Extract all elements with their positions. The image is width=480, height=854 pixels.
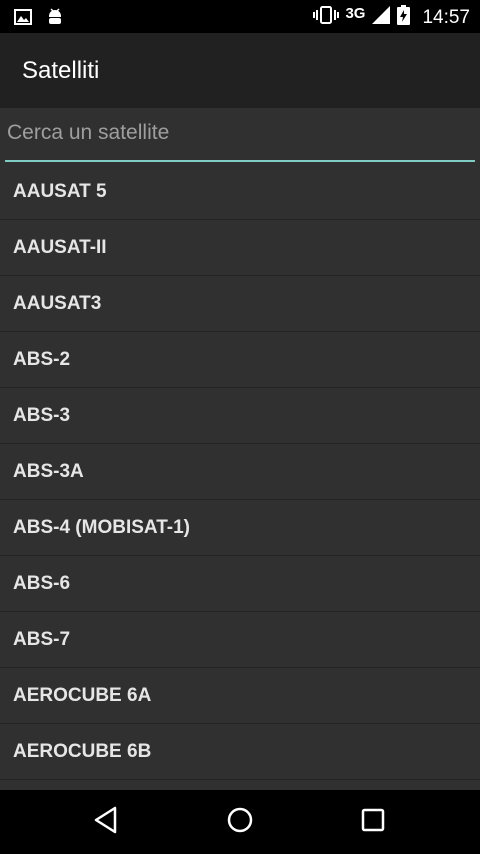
back-icon [93, 806, 119, 839]
satellite-name: AEROCUBE 6B [13, 740, 152, 762]
back-button[interactable] [91, 806, 121, 839]
page-title: Satelliti [22, 57, 100, 84]
satellite-name: ABS-4 (MOBISAT-1) [13, 516, 190, 538]
status-bar: 3G 14:57 [0, 0, 480, 33]
search-area [0, 108, 480, 164]
list-item[interactable]: ABS-2 [0, 332, 480, 388]
satellite-name: ABS-2 [13, 348, 71, 370]
list-item[interactable]: AEROCUBE 6A [0, 668, 480, 724]
list-item[interactable]: AEROCUBE 6B [0, 724, 480, 780]
list-item[interactable]: ABS-4 (MOBISAT-1) [0, 500, 480, 556]
navigation-bar [0, 790, 480, 854]
satellite-name: ABS-3A [13, 460, 84, 482]
satellite-name: AAUSAT 5 [13, 180, 107, 202]
satellite-name: AAUSAT-II [13, 236, 107, 258]
gallery-icon [14, 9, 32, 30]
vibrate-icon [313, 5, 340, 30]
battery-charging-icon [397, 5, 411, 30]
satellite-name: AAUSAT3 [13, 292, 102, 314]
satellite-name: ABS-3 [13, 404, 71, 426]
satellite-name: ABS-7 [13, 628, 71, 650]
list-item[interactable]: AAUSAT3 [0, 276, 480, 332]
satellite-list: AAUSAT 5 AAUSAT-II AAUSAT3 ABS-2 ABS-3 ABS-3A… [0, 164, 480, 780]
list-item[interactable]: ABS-3 [0, 388, 480, 444]
recents-button[interactable] [358, 807, 388, 837]
search-input[interactable] [5, 112, 475, 162]
list-item[interactable]: AAUSAT 5 [0, 164, 480, 220]
list-item[interactable]: ABS-6 [0, 556, 480, 612]
signal-icon [371, 5, 391, 30]
recents-icon [360, 807, 386, 838]
list-item[interactable]: AAUSAT-II [0, 220, 480, 276]
list-item[interactable]: ABS-7 [0, 612, 480, 668]
android-debug-icon [46, 7, 64, 32]
clock: 14:57 [422, 6, 470, 28]
satellite-name: AEROCUBE 6A [13, 684, 152, 706]
network-type: 3G [345, 5, 366, 22]
home-button[interactable] [225, 807, 255, 837]
satellite-name: ABS-6 [13, 572, 71, 594]
list-item[interactable]: ABS-3A [0, 444, 480, 500]
home-icon [226, 806, 254, 839]
app-bar: Satelliti [0, 33, 480, 108]
